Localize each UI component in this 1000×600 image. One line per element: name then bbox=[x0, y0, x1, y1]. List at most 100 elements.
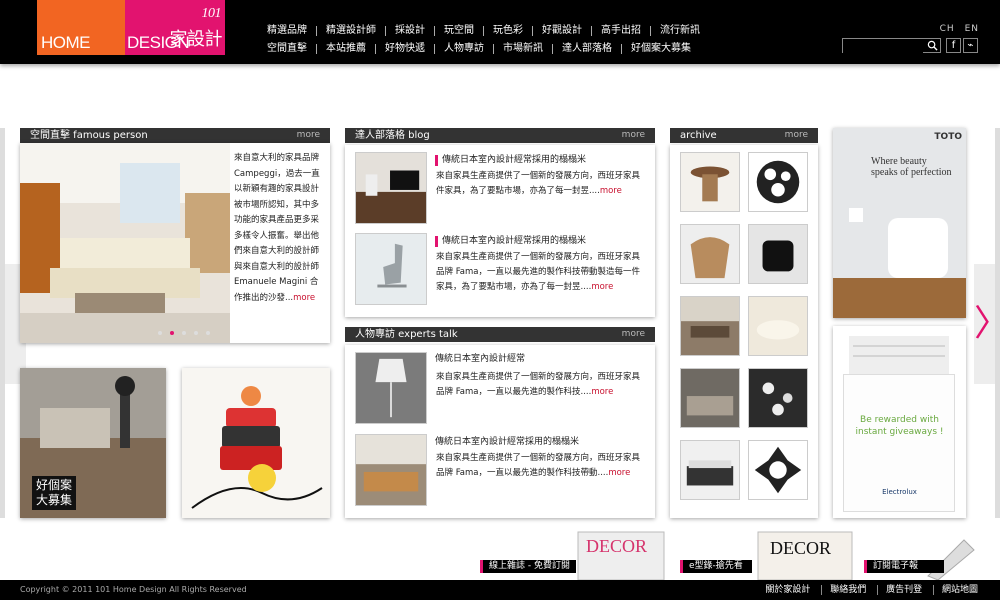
talk-item-more[interactable]: more bbox=[591, 387, 613, 397]
nav-item[interactable]: 好觀設計 bbox=[533, 26, 592, 36]
blog-item-title[interactable]: 傳統日本室內設計經常採用的榻榻米 bbox=[435, 155, 586, 166]
nav-item[interactable]: 採設計 bbox=[386, 26, 435, 36]
famous-text-body: 來自意大利的家具品牌 Campeggi，過去一直以新穎有趣的家具設計被市場所認知… bbox=[234, 153, 320, 303]
footer-links: 關於家設計 聯絡我們 廣告刊登 網站地圖 bbox=[757, 580, 986, 600]
footer-link-contact[interactable]: 聯絡我們 bbox=[821, 585, 875, 595]
nav-item[interactable]: 玩空間 bbox=[435, 26, 484, 36]
talk-item-title[interactable]: 傳統日本室內設計經常採用的榻榻米 bbox=[435, 437, 579, 448]
archive-thumb[interactable] bbox=[680, 440, 740, 500]
famous-more-link[interactable]: more bbox=[297, 128, 320, 143]
living-room-photo[interactable] bbox=[20, 143, 230, 343]
blog-panel: 傳統日本室內設計經常採用的榻榻米 來自家具生產商提供了一個新的發展方向，西班牙家… bbox=[345, 145, 655, 317]
magazine-icon[interactable]: DECOR bbox=[572, 528, 670, 580]
case-promo-line1: 好個案 bbox=[36, 478, 73, 492]
electrolux-slogan-line2: instant giveaways ! bbox=[855, 427, 944, 437]
blog-more-link[interactable]: more bbox=[622, 128, 645, 143]
slide-dot[interactable] bbox=[206, 331, 210, 335]
electrolux-brand: Electrolux bbox=[882, 488, 917, 496]
footer-link-ads[interactable]: 廣告刊登 bbox=[877, 585, 931, 595]
nav-item[interactable]: 好個案大募集 bbox=[622, 44, 700, 54]
catalog-icon[interactable]: DECOR bbox=[750, 528, 860, 580]
toto-brand: TOTO bbox=[934, 132, 962, 142]
online-magazine-link[interactable]: 線上雜誌 - 免費訂閱 bbox=[480, 560, 576, 573]
toto-ad[interactable]: TOTO Where beauty speaks of perfection bbox=[833, 128, 966, 318]
lang-en[interactable]: EN bbox=[965, 24, 979, 34]
nav-item[interactable]: 本站推薦 bbox=[317, 44, 376, 54]
facebook-icon[interactable]: f bbox=[946, 38, 961, 53]
archive-thumb[interactable] bbox=[748, 296, 808, 356]
search-input[interactable] bbox=[843, 44, 923, 58]
nav-item[interactable]: 精選設計師 bbox=[317, 26, 386, 36]
talk-title: 人物專訪 experts talk bbox=[355, 329, 458, 340]
ecatalog-link[interactable]: e型錄-搶先看 bbox=[680, 560, 752, 573]
slide-dot[interactable] bbox=[158, 331, 162, 335]
magazine-logo-1: DECOR bbox=[586, 536, 647, 556]
nav-item[interactable]: 流行新訊 bbox=[651, 26, 709, 36]
talk-item-text: 來自家具生產商提供了一個新的發展方向，西班牙家具品牌 Fama，一直以最先進的製… bbox=[436, 370, 646, 400]
blog-item-title[interactable]: 傳統日本室內設計經常採用的榻榻米 bbox=[435, 236, 586, 247]
nav-item[interactable]: 空間直擊 bbox=[258, 44, 317, 54]
archive-thumb[interactable] bbox=[748, 224, 808, 284]
logo-chinese: 家設計 bbox=[169, 29, 223, 49]
rss-icon[interactable]: ⌁ bbox=[963, 38, 978, 53]
talk-more-link[interactable]: more bbox=[622, 327, 645, 342]
case-promo-panel[interactable]: 好個案 大募集 bbox=[20, 368, 166, 518]
talk-photo-1[interactable] bbox=[355, 352, 427, 424]
magazine-logo-2: DECOR bbox=[770, 538, 831, 558]
famous-panel: 來自意大利的家具品牌 Campeggi，過去一直以新穎有趣的家具設計被市場所認知… bbox=[20, 143, 330, 343]
slide-dot[interactable] bbox=[182, 331, 186, 335]
archive-thumb[interactable] bbox=[680, 224, 740, 284]
electrolux-slogan-line1: Be rewarded with bbox=[860, 415, 939, 425]
nav-item[interactable]: 市場新訊 bbox=[494, 44, 553, 54]
talk-item-title[interactable]: 傳統日本室內設計經常 bbox=[435, 354, 525, 365]
slide-dot[interactable] bbox=[194, 331, 198, 335]
blog-photo-1[interactable] bbox=[355, 152, 427, 224]
archive-thumb[interactable] bbox=[748, 152, 808, 212]
slide-dot-active[interactable] bbox=[170, 331, 174, 335]
electrolux-ad[interactable]: Be rewarded with instant giveaways ! Ele… bbox=[833, 326, 966, 518]
archive-thumb[interactable] bbox=[680, 368, 740, 428]
blog-item-text: 來自家具生產商提供了一個新的發展方向，西班牙家具件家具，為了要點市場，亦為了每一… bbox=[436, 169, 646, 199]
talk-item-text: 來自家具生產商提供了一個新的發展方向，西班牙家具品牌 Fama，一直以最先進的製… bbox=[436, 451, 646, 481]
main-nav-row1: 精選品牌 精選設計師 採設計 玩空間 玩色彩 好觀設計 高手出招 流行新訊 bbox=[258, 26, 709, 36]
footer-link-about[interactable]: 關於家設計 bbox=[757, 585, 818, 595]
talk-panel: 傳統日本室內設計經常 來自家具生產商提供了一個新的發展方向，西班牙家具品牌 Fa… bbox=[345, 345, 655, 518]
talk-header: 人物專訪 experts talk more bbox=[345, 327, 655, 342]
search-icon[interactable] bbox=[927, 40, 938, 51]
famous-text: 來自意大利的家具品牌 Campeggi，過去一直以新穎有趣的家具設計被市場所認知… bbox=[234, 151, 326, 306]
blog-item-more[interactable]: more bbox=[591, 282, 613, 292]
talk-item-more[interactable]: more bbox=[608, 468, 630, 478]
archive-thumb[interactable] bbox=[680, 296, 740, 356]
talk-photo-2[interactable] bbox=[355, 434, 427, 506]
search-box bbox=[842, 38, 941, 58]
product-promo-panel[interactable] bbox=[182, 368, 330, 518]
nav-item[interactable]: 達人部落格 bbox=[553, 44, 622, 54]
nav-item[interactable]: 人物專訪 bbox=[435, 44, 494, 54]
blog-item-more[interactable]: more bbox=[600, 186, 622, 196]
logo-design-block: DESIGN 101 家設計 bbox=[125, 0, 225, 55]
blog-item-text: 來自家具生產商提供了一個新的發展方向，西班牙家具品牌 Fama，一直以最先進的製… bbox=[436, 250, 646, 295]
lang-ch[interactable]: CH bbox=[940, 24, 955, 34]
blog-photo-2[interactable] bbox=[355, 233, 427, 305]
nav-item[interactable]: 玩色彩 bbox=[484, 26, 533, 36]
case-promo-label: 好個案 大募集 bbox=[32, 476, 77, 510]
famous-text-more[interactable]: more bbox=[293, 293, 315, 303]
blog-header: 達人部落格 blog more bbox=[345, 128, 655, 143]
footer-link-sitemap[interactable]: 網站地圖 bbox=[932, 585, 986, 595]
archive-thumb[interactable] bbox=[748, 368, 808, 428]
language-switch: CH EN bbox=[934, 24, 979, 34]
archive-thumb[interactable] bbox=[680, 152, 740, 212]
archive-thumb[interactable] bbox=[748, 440, 808, 500]
footer: Copyright © 2011 101 Home Design All Rig… bbox=[0, 580, 1000, 600]
nav-item[interactable]: 高手出招 bbox=[592, 26, 651, 36]
logo-home: HOME bbox=[37, 0, 125, 55]
nav-item[interactable]: 精選品牌 bbox=[258, 26, 317, 36]
toto-slogan-line2: speaks of perfection bbox=[871, 167, 952, 178]
newsletter-link[interactable]: 訂閱電子報 bbox=[864, 560, 944, 573]
famous-title: 空間直擊 famous person bbox=[30, 130, 148, 141]
toto-slogan: Where beauty speaks of perfection bbox=[871, 156, 952, 178]
site-logo[interactable]: HOME DESIGN 101 家設計 bbox=[37, 0, 225, 55]
archive-more-link[interactable]: more bbox=[785, 128, 808, 143]
famous-header: 空間直擊 famous person more bbox=[20, 128, 330, 143]
nav-item[interactable]: 好物快遞 bbox=[376, 44, 435, 54]
